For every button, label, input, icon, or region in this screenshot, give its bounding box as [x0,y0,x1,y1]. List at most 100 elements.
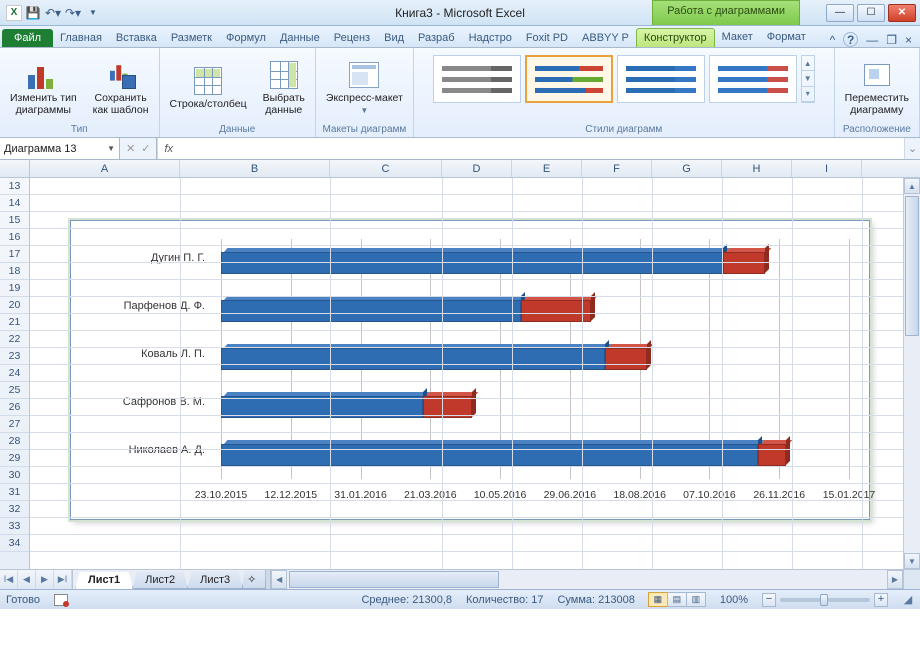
row-header-19[interactable]: 19 [0,280,29,297]
column-header-I[interactable]: I [792,160,862,177]
row-header-28[interactable]: 28 [0,433,29,450]
row-header-20[interactable]: 20 [0,297,29,314]
tab-Разметк[interactable]: Разметк [164,29,219,47]
new-sheet-button[interactable]: ✧ [242,571,266,589]
scroll-down-icon[interactable]: ▼ [904,553,920,569]
zoom-out-button[interactable]: − [762,593,776,607]
row-header-27[interactable]: 27 [0,416,29,433]
row-header-18[interactable]: 18 [0,263,29,280]
row-header-34[interactable]: 34 [0,535,29,552]
cells-grid[interactable]: Дугин П. Г.Парфенов Д. Ф.Коваль Л. П.Саф… [30,178,903,569]
row-header-21[interactable]: 21 [0,314,29,331]
qat-dropdown-icon[interactable]: ▼ [84,4,102,22]
row-header-26[interactable]: 26 [0,399,29,416]
tab-ABBYY P[interactable]: ABBYY P [575,29,636,47]
switch-row-column-button[interactable]: Строка/столбец [166,63,251,113]
prev-sheet-icon[interactable]: ◀ [18,570,36,589]
tab-Данные[interactable]: Данные [273,29,327,47]
row-header-25[interactable]: 25 [0,382,29,399]
workbook-close-icon[interactable]: × [905,33,912,47]
first-sheet-icon[interactable]: I◀ [0,570,18,589]
zoom-level[interactable]: 100% [720,594,748,606]
row-header-13[interactable]: 13 [0,178,29,195]
workbook-restore-icon[interactable]: ❐ [886,33,897,47]
zoom-slider-thumb[interactable] [820,594,828,606]
row-header-23[interactable]: 23 [0,348,29,365]
column-header-C[interactable]: C [330,160,442,177]
row-header-24[interactable]: 24 [0,365,29,382]
column-header-H[interactable]: H [722,160,792,177]
row-header-33[interactable]: 33 [0,518,29,535]
save-icon[interactable]: 💾 [24,4,42,22]
row-header-22[interactable]: 22 [0,331,29,348]
sheet-tab-Лист3[interactable]: Лист3 [187,572,243,589]
last-sheet-icon[interactable]: ▶I [54,570,72,589]
row-header-17[interactable]: 17 [0,246,29,263]
minimize-ribbon-icon[interactable]: ^ [830,33,836,47]
change-chart-type-button[interactable]: Изменить тип диаграммы [6,57,81,118]
chart-style-1[interactable] [433,55,521,103]
chart-style-3[interactable] [617,55,705,103]
tab-Вставка[interactable]: Вставка [109,29,164,47]
tab-Формат[interactable]: Формат [760,28,813,47]
gallery-more-icon[interactable]: ▾ [802,87,814,102]
zoom-slider[interactable] [780,598,870,602]
sheet-tab-Лист1[interactable]: Лист1 [75,572,133,589]
name-box[interactable]: Диаграмма 13 ▼ [0,138,120,159]
formula-bar[interactable]: fx [157,138,904,159]
expand-formula-bar-icon[interactable]: ⌄ [904,138,920,159]
tab-Надстрo[interactable]: Надстрo [462,29,519,47]
tab-Foxit PD[interactable]: Foxit PD [519,29,575,47]
gallery-up-icon[interactable]: ▲ [802,56,814,71]
vscroll-thumb[interactable] [905,196,919,336]
column-header-D[interactable]: D [442,160,512,177]
view-page-break-icon[interactable]: ▥ [686,592,706,607]
view-page-layout-icon[interactable]: ▤ [667,592,687,607]
scroll-up-icon[interactable]: ▲ [904,178,920,194]
tab-Реценз[interactable]: Реценз [327,29,377,47]
macro-record-icon[interactable] [54,594,68,606]
gallery-down-icon[interactable]: ▼ [802,71,814,86]
save-as-template-button[interactable]: Сохранить как шаблон [89,57,153,118]
view-normal-icon[interactable]: ▦ [648,592,668,607]
minimize-button[interactable]: — [826,4,854,22]
sheet-tab-Лист2[interactable]: Лист2 [132,572,188,589]
fx-icon[interactable]: fx [164,143,173,155]
undo-icon[interactable]: ↶▾ [44,4,62,22]
split-box[interactable] [903,570,920,589]
close-button[interactable]: ✕ [888,4,916,22]
row-header-16[interactable]: 16 [0,229,29,246]
scroll-right-icon[interactable]: ▶ [887,570,903,589]
tab-Вид[interactable]: Вид [377,29,411,47]
row-header-29[interactable]: 29 [0,450,29,467]
row-header-32[interactable]: 32 [0,501,29,518]
workbook-minimize-icon[interactable]: — [866,33,878,47]
column-header-B[interactable]: B [180,160,330,177]
row-header-15[interactable]: 15 [0,212,29,229]
vertical-scrollbar[interactable]: ▲ ▼ [903,178,920,569]
tab-Главная[interactable]: Главная [53,29,109,47]
column-header-A[interactable]: A [30,160,180,177]
help-icon[interactable]: ? [843,32,858,47]
row-header-31[interactable]: 31 [0,484,29,501]
tab-Разраб[interactable]: Разраб [411,29,462,47]
column-header-G[interactable]: G [652,160,722,177]
column-header-E[interactable]: E [512,160,582,177]
move-chart-button[interactable]: Переместить диаграмму [841,57,913,118]
hscroll-thumb[interactable] [289,571,499,588]
maximize-button[interactable]: ☐ [857,4,885,22]
chart-style-4[interactable] [709,55,797,103]
tab-Формул[interactable]: Формул [219,29,273,47]
select-data-button[interactable]: Выбрать данные [259,57,309,118]
row-header-30[interactable]: 30 [0,467,29,484]
quick-layout-button[interactable]: Экспресс-макет ▼ [322,57,407,117]
scroll-left-icon[interactable]: ◀ [271,570,287,589]
row-header-14[interactable]: 14 [0,195,29,212]
select-all-corner[interactable] [0,160,30,177]
column-header-F[interactable]: F [582,160,652,177]
tab-Макет[interactable]: Макет [715,28,760,47]
resize-grip-icon[interactable]: ◢ [902,593,914,606]
name-box-dropdown-icon[interactable]: ▼ [107,144,115,153]
tab-file[interactable]: Файл [2,29,53,47]
chart-style-2[interactable] [525,55,613,103]
